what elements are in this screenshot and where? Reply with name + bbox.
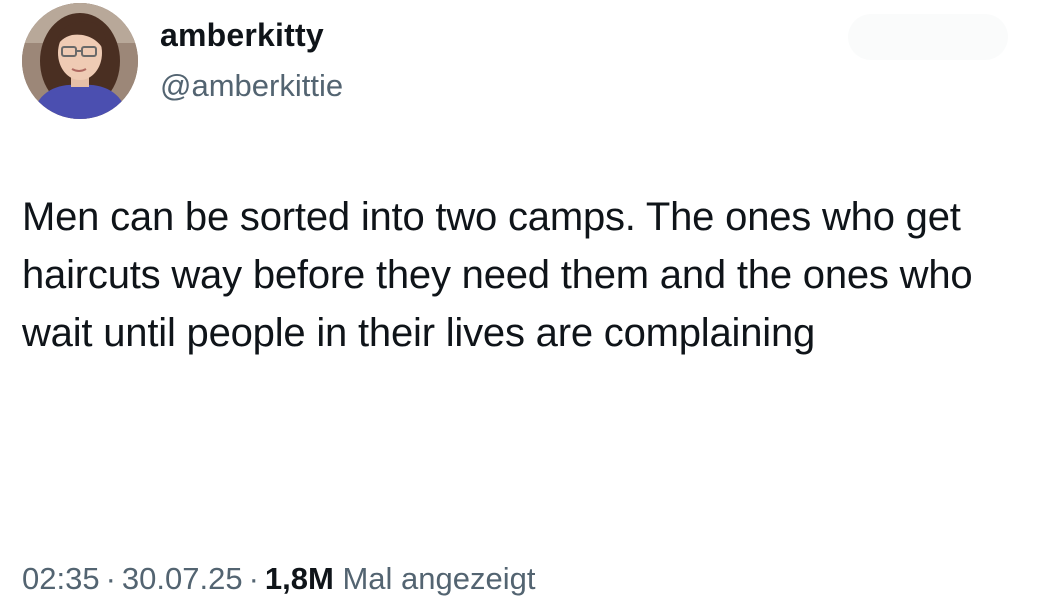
display-name[interactable]: amberkitty <box>160 17 324 54</box>
tweet-time[interactable]: 02:35 <box>22 561 100 596</box>
tweet-text: Men can be sorted into two camps. The on… <box>22 195 973 355</box>
views-count: 1,8M <box>264 561 334 596</box>
meta-separator: · <box>105 561 116 596</box>
tweet-card: amberkitty @amberkittie Men can be sorte… <box>0 0 1052 605</box>
views-label: Mal angezeigt <box>342 561 536 596</box>
tweet-date[interactable]: 30.07.25 <box>122 561 243 596</box>
tweet-metadata: 02:35 · 30.07.25 · 1,8M Mal angezeigt <box>22 561 535 597</box>
profile-photo-icon <box>22 3 138 119</box>
avatar[interactable] <box>22 3 138 119</box>
meta-separator: · <box>248 561 259 596</box>
user-handle[interactable]: @amberkittie <box>160 68 343 104</box>
follow-button[interactable] <box>848 14 1008 60</box>
